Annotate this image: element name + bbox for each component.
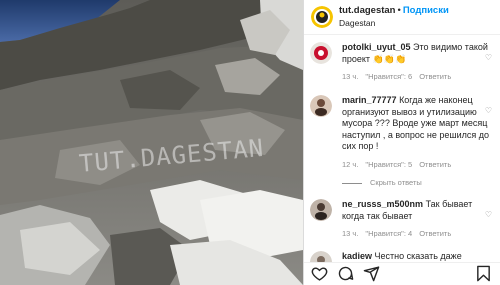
- comment-item: ne_russs_m500nm Так бывает когда так быв…: [310, 199, 496, 238]
- commenter-avatar[interactable]: [310, 42, 332, 64]
- post-location[interactable]: Dagestan: [339, 17, 449, 29]
- comment-username[interactable]: kadiew: [342, 251, 372, 261]
- post-video[interactable]: TUT.DAGESTAN: [0, 0, 303, 285]
- comment-item: kadiew Честно сказать даже: [310, 251, 496, 273]
- comment-text: Честно сказать даже: [374, 251, 462, 261]
- comment-age[interactable]: 12 ч.: [342, 160, 358, 169]
- commenter-avatar[interactable]: [310, 95, 332, 117]
- reply-button[interactable]: Ответить: [419, 160, 451, 169]
- bookmark-icon[interactable]: [475, 265, 492, 282]
- reply-button[interactable]: Ответить: [419, 72, 451, 81]
- hide-replies-label: Скрыть ответы: [370, 178, 422, 187]
- comment-username[interactable]: potolki_uyut_05: [342, 42, 411, 52]
- comment-icon[interactable]: [337, 265, 354, 282]
- separator: •: [397, 5, 401, 16]
- comment-like-icon[interactable]: ♡: [485, 210, 492, 219]
- comment-username[interactable]: marin_77777: [342, 95, 397, 105]
- comment-age[interactable]: 13 ч.: [342, 229, 358, 238]
- follow-button[interactable]: Подписки: [403, 5, 449, 16]
- comment-likes[interactable]: "Нравится": 4: [365, 229, 412, 238]
- comment-username[interactable]: ne_russs_m500nm: [342, 199, 423, 209]
- comment-item: potolki_uyut_05 Это видимо такой проект …: [310, 42, 496, 81]
- commenter-avatar[interactable]: [310, 199, 332, 221]
- post-header: tut.dagestan • Подписки Dagestan: [304, 0, 500, 35]
- comment-like-icon[interactable]: ♡: [485, 53, 492, 62]
- comment-item: marin_77777 Когда же наконец организуют …: [310, 95, 496, 169]
- post-sidebar: tut.dagestan • Подписки Dagestan potolki_u…: [303, 0, 500, 285]
- hide-replies-toggle[interactable]: Скрыть ответы: [342, 178, 422, 187]
- comment-likes[interactable]: "Нравится": 6: [365, 72, 412, 81]
- share-icon[interactable]: [363, 265, 380, 282]
- header-username[interactable]: tut.dagestan: [339, 5, 395, 16]
- post-action-bar: [304, 262, 500, 285]
- comment-age[interactable]: 13 ч.: [342, 72, 358, 81]
- comment-like-icon[interactable]: ♡: [485, 106, 492, 115]
- comment-likes[interactable]: "Нравится": 5: [365, 160, 412, 169]
- heart-icon[interactable]: [311, 265, 328, 282]
- divider: [342, 182, 362, 184]
- reply-button[interactable]: Ответить: [419, 229, 451, 238]
- profile-avatar[interactable]: [311, 6, 333, 28]
